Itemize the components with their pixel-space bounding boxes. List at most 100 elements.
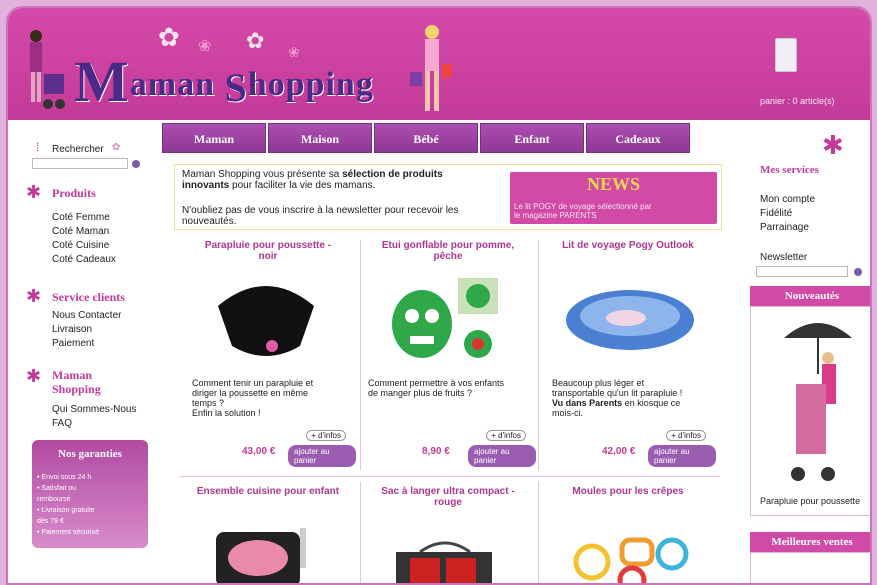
intro-box: Maman Shopping vous présente sa sélectio… [174,164,722,230]
product-title-line: Parapluie pour poussette - [204,240,332,251]
flower-icon: ✱ [26,182,42,202]
intro-text: Maman Shopping vous présente sa [182,169,343,180]
sidebar-link-cote-cadeaux[interactable]: Coté Cadeaux [52,254,116,265]
search-input[interactable] [32,158,128,169]
link-fidelite[interactable]: Fidélité [760,208,792,219]
more-info-button[interactable]: + d'infos [666,430,706,441]
add-to-cart-button[interactable]: ajouter au panier [288,445,356,467]
travel-bed-product-image[interactable] [560,268,700,354]
nav-tab-cadeaux[interactable]: Cadeaux [586,123,690,153]
news-banner[interactable]: NEWS Le lit POGY de voyage sélectionné p… [510,172,717,224]
newsletter-email-input[interactable] [756,266,848,277]
add-to-cart-button[interactable]: ajouter au panier [648,445,716,467]
product-title-line: pêche [433,251,463,262]
description-line: Vu dans Parents en kiosque ce [552,398,712,408]
meilleures-ventes-box [750,552,870,583]
intro-text-bold: sélection de produits [342,169,443,180]
product-title[interactable]: Sac à langer ultra compact - rouge [360,486,536,508]
stroller-umbrella-product-image[interactable] [778,314,858,490]
product-title-line: Ensemble cuisine pour enfant [196,486,340,497]
sidebar-link-faq[interactable]: FAQ [52,418,72,429]
logo-text: hopping [247,66,374,103]
product-price: 43,00 € [242,446,276,457]
more-info-button[interactable]: + d'infos [306,430,346,441]
site-logo[interactable]: Maman Shopping [74,48,374,115]
product-title-line: Etui gonflable pour pomme, [381,240,515,251]
product-title[interactable]: Lit de voyage Pogy Outlook [540,240,716,251]
nav-tab-enfant[interactable]: Enfant [480,123,584,153]
crepe-moulds-product-image[interactable] [562,528,698,585]
product-title-line: rouge [434,497,462,508]
garanties-title: Nos garanties [58,448,122,460]
column-divider [538,240,539,470]
sidebar-link-cote-femme[interactable]: Coté Femme [52,212,110,223]
mes-services-heading: Mes services [760,164,819,176]
product-title-line: noir [258,251,278,262]
description-line: Comment tenir un parapluie et [192,378,314,388]
product-title[interactable]: Parapluie pour poussette - noir [180,240,356,262]
intro-newsletter-text: N'oubliez pas de vous inscrire à la news… [182,205,459,216]
newsletter-go-button[interactable] [854,268,862,276]
umbrella-product-image[interactable] [214,276,318,362]
logo-text: aman [129,66,225,103]
search-go-button[interactable] [132,160,140,168]
sidebar-link-cote-maman[interactable]: Coté Maman [52,226,109,237]
maman-shopping-heading: Maman [52,368,92,382]
sidebar-link-cote-cuisine[interactable]: Coté Cuisine [52,240,109,251]
sidebar-link-livraison[interactable]: Livraison [52,324,92,335]
product-description: Beaucoup plus léger et transportable qu'u… [552,378,712,418]
list-item: • Paiement sécurisé [37,529,99,536]
more-info-button[interactable]: + d'infos [486,430,526,441]
cart-summary[interactable]: panier : 0 article(s) [760,96,835,106]
product-price: 8,90 € [422,446,450,457]
shopping-bag-icon[interactable] [775,38,797,72]
intro-text: pour faciliter la vie des mamans. [229,180,376,191]
search-bullet-icon: ⁞ [36,140,40,154]
description-bold: Vu dans Parents [552,398,623,408]
product-title[interactable]: Ensemble cuisine pour enfant [180,486,356,497]
link-parrainage[interactable]: Parrainage [760,222,809,233]
fruit-case-product-image[interactable] [386,274,510,366]
header-banner: ✿ ❀ ✿ ❀ Maman Shopping panier : 0 articl… [8,8,870,120]
nouveautes-heading: Nouveautés [750,286,870,306]
description-line: Beaucoup plus léger et [552,378,645,388]
produits-heading: Produits [52,186,96,200]
sidebar-link-contact[interactable]: Nous Contacter [52,310,121,321]
product-card: Ensemble cuisine pour enfant [180,486,356,585]
mother-stroller-illustration [30,30,65,109]
logo-letter: M [74,49,130,114]
intro-text: innovants pour faciliter la vie des mama… [182,180,375,191]
product-title[interactable]: Moules pour les crêpes [540,486,716,497]
diaper-bag-product-image[interactable] [390,538,500,585]
list-item: remboursé [37,496,71,503]
nouveaute-caption[interactable]: Parapluie pour poussette [760,496,860,506]
search-label: Rechercher [52,144,104,155]
product-title[interactable]: Etui gonflable pour pomme, pêche [360,240,536,262]
intro-text-bold: innovants [182,180,230,191]
description-line: transportable qu'un lit parapluie ! [552,388,683,398]
description-line: de manger plus de fruits ? [368,388,473,398]
flower-icon: ✱ [26,286,42,306]
product-card: Etui gonflable pour pomme, pêche Comment … [360,240,536,467]
list-item: • Envoi sous 24 h [37,474,92,481]
product-title-line: Sac à langer ultra compact - [381,486,515,497]
news-line: le magazine PARENTS [514,211,597,220]
nav-tab-maman[interactable]: Maman [162,123,266,153]
intro-text: Maman Shopping vous présente sa sélectio… [182,169,443,180]
nav-tab-maison[interactable]: Maison [268,123,372,153]
intro-newsletter-text: nouveautés. [182,216,237,227]
logo-letter: S [224,65,248,110]
news-text: Le lit POGY de voyage sélectionné par le … [514,202,652,220]
maman-shopping-heading: Shopping [52,382,101,396]
row-divider [180,476,720,477]
product-card: Sac à langer ultra compact - rouge [360,486,536,585]
sidebar-link-paiement[interactable]: Paiement [52,338,94,349]
product-description: Comment tenir un parapluie et diriger la … [192,378,352,418]
link-mon-compte[interactable]: Mon compte [760,194,815,205]
add-to-cart-button[interactable]: ajouter au panier [468,445,536,467]
sidebar-link-qui-sommes-nous[interactable]: Qui Sommes-Nous [52,404,136,415]
product-price: 42,00 € [602,446,636,457]
description-text: en kiosque ce [622,398,681,408]
nav-tab-bebe[interactable]: Bébé [374,123,478,153]
kitchen-set-product-image[interactable] [214,528,318,585]
